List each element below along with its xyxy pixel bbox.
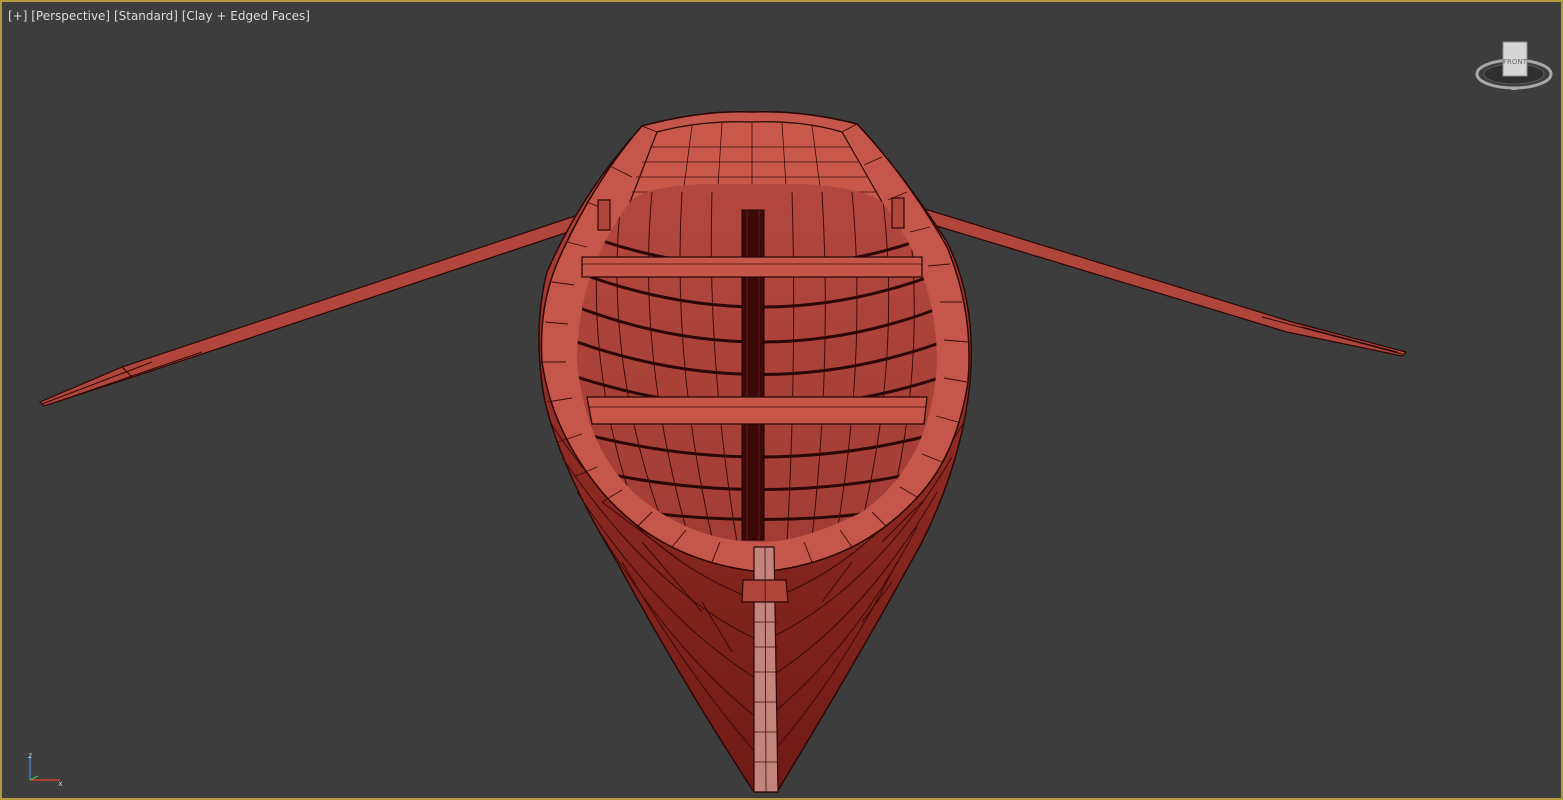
front-thwart	[581, 256, 923, 278]
viewcube[interactable]: FRONT	[1472, 38, 1556, 98]
perspective-viewport[interactable]: [+] [Perspective] [Standard] [Clay + Edg…	[0, 0, 1563, 800]
boat-model[interactable]	[2, 2, 1563, 800]
axis-x-label: x	[58, 779, 63, 788]
axis-tripod: z x	[28, 751, 63, 788]
axis-z-label: z	[28, 751, 32, 760]
viewcube-front-label: FRONT	[1503, 58, 1528, 66]
rear-thwart	[586, 396, 928, 425]
